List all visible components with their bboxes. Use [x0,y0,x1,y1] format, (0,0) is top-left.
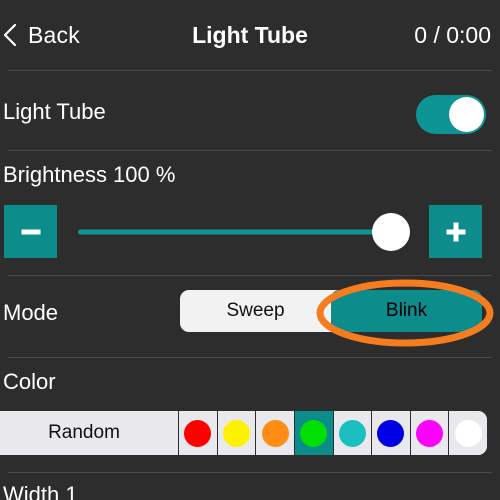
color-swatch-orange[interactable] [256,411,295,455]
color-swatch-green[interactable] [294,411,334,455]
brightness-increment-button[interactable] [429,205,482,258]
power-row-label: Light Tube [3,99,106,124]
color-option-random[interactable]: Random [0,411,179,455]
mode-label: Mode [3,300,59,325]
brightness-slider-track [78,229,398,234]
cyan-circle-icon [338,419,366,447]
color-swatch-cyan[interactable] [333,411,373,455]
mode-option-sweep[interactable]: Sweep [180,290,331,332]
mode-segmented-control: Sweep Blink [180,290,482,332]
power-toggle-knob [449,97,484,132]
plus-icon-bar-v [453,222,458,241]
power-toggle[interactable] [416,95,486,134]
red-circle-icon [184,419,212,447]
brightness-label: Brightness 100 % [3,162,176,187]
color-swatch-blue[interactable] [372,411,411,455]
orange-circle-icon [261,419,289,447]
color-swatch-red[interactable] [179,411,218,455]
minus-icon [21,229,40,234]
blue-circle-icon [377,419,405,447]
divider-power [8,150,492,151]
divider-color [8,472,492,473]
color-picker-bar: Random [0,411,487,455]
divider-header [8,70,492,71]
white-circle-icon [454,419,482,447]
green-circle-icon [300,419,328,447]
session-counter: 0 / 0:00 [414,21,491,48]
mode-option-blink[interactable]: Blink [331,290,482,332]
color-swatch-magenta[interactable] [410,411,450,455]
color-swatch-white[interactable] [449,411,487,455]
brightness-decrement-button[interactable] [4,205,57,258]
brightness-slider[interactable] [78,205,423,258]
color-label: Color [3,369,56,394]
app-screen: Back Light Tube 0 / 0:00 Light Tube Brig… [0,0,500,500]
width-label: Width 1 [3,482,78,500]
header-bar: Back Light Tube 0 / 0:00 [0,0,500,70]
magenta-circle-icon [416,419,444,447]
color-swatch-yellow[interactable] [217,411,257,455]
divider-mode [8,357,492,358]
brightness-slider-thumb[interactable] [372,212,410,251]
yellow-circle-icon [222,419,250,447]
divider-brightness [8,275,492,276]
